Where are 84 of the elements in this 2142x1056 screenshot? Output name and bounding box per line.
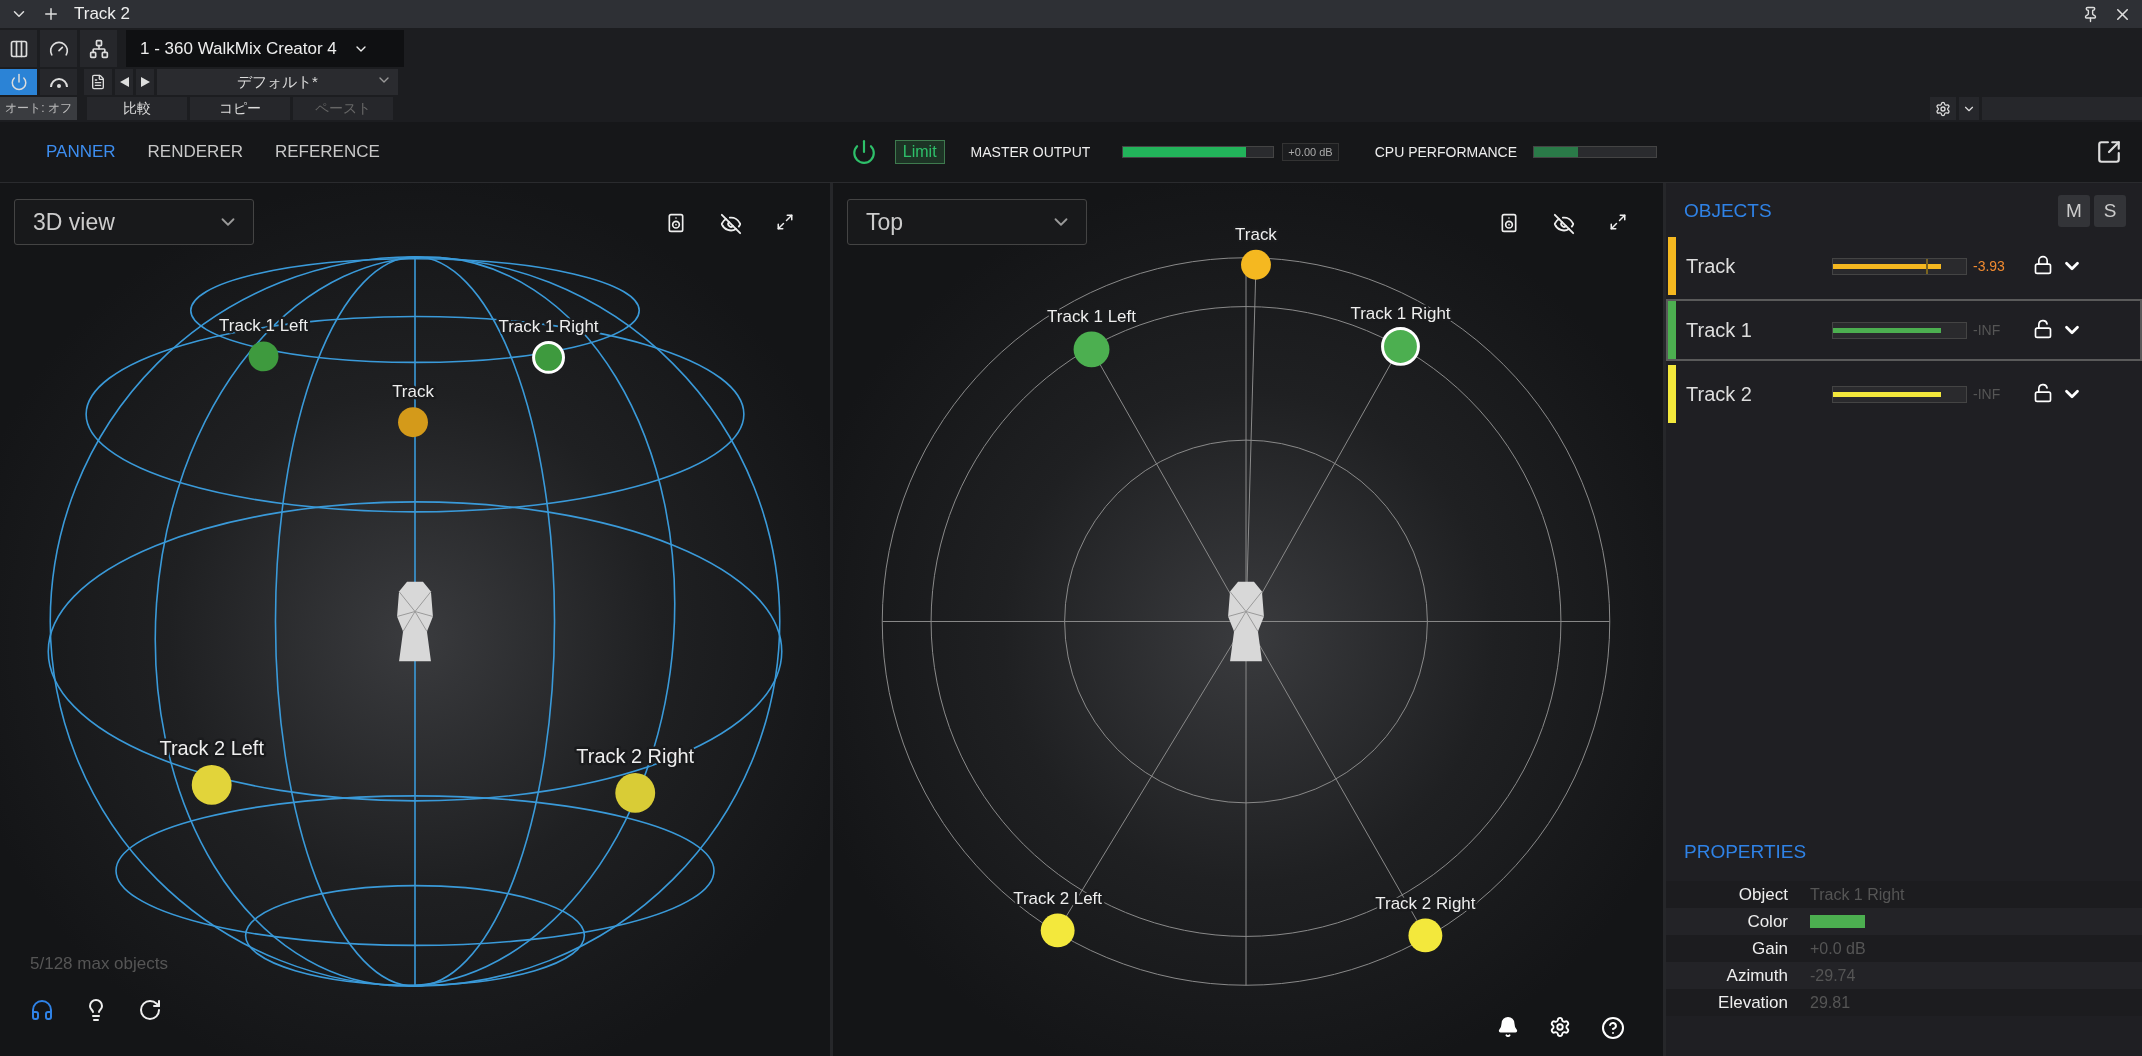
window-title: Track 2: [74, 4, 131, 24]
object-reading: -3.93: [1973, 258, 2006, 274]
arc-icon: [48, 76, 69, 88]
preset-dropdown[interactable]: デフォルト*: [157, 69, 398, 95]
power-icon[interactable]: [850, 139, 877, 165]
plugin-selector[interactable]: 1 - 360 WalkMix Creator 4: [126, 30, 404, 67]
object-marker[interactable]: [398, 407, 428, 438]
color-swatch[interactable]: [1810, 915, 1865, 928]
property-label: Azimuth: [1725, 965, 1788, 986]
help-icon[interactable]: [1601, 1016, 1625, 1040]
mute-solo-button[interactable]: M: [2058, 195, 2090, 227]
unlock-icon[interactable]: [2033, 319, 2053, 339]
property-value: +0.0 dB: [1810, 939, 1866, 958]
notification-icon[interactable]: [1497, 1016, 1519, 1038]
object-marker[interactable]: [1040, 913, 1075, 948]
right-triangle-icon: [140, 77, 150, 87]
object-marker[interactable]: [532, 340, 565, 374]
marker-label: Track 1 Left: [1047, 306, 1136, 326]
settings-icon[interactable]: [1549, 1016, 1571, 1038]
next-preset-button[interactable]: [136, 69, 154, 95]
mixer-button[interactable]: [0, 30, 37, 67]
property-label: Color: [1746, 911, 1788, 932]
panner-tab[interactable]: REFERENCE: [275, 142, 380, 162]
object-marker[interactable]: [1073, 331, 1110, 368]
marker-label: Track 1 Right: [1350, 303, 1451, 323]
property-value: 29.81: [1810, 993, 1851, 1012]
unlock-icon[interactable]: [2033, 383, 2053, 403]
preset-action-button[interactable]: コピー: [190, 97, 290, 120]
objects-title: OBJECTS: [1684, 200, 1772, 222]
dial-button[interactable]: [40, 30, 77, 67]
lock-icon[interactable]: [2033, 255, 2053, 275]
document-icon: [90, 74, 106, 90]
routing-button[interactable]: [80, 30, 117, 67]
limit-button[interactable]: Limit: [894, 140, 945, 164]
expand-icon[interactable]: [776, 213, 794, 231]
settings-menu-button[interactable]: [1959, 97, 1979, 120]
automation-button[interactable]: オート: オフ: [0, 97, 77, 120]
object-name: Track 2: [1686, 382, 1753, 406]
marker-label: Track: [1235, 224, 1277, 244]
headphones-icon[interactable]: [30, 998, 54, 1022]
property-label: Object: [1737, 884, 1788, 905]
object-marker[interactable]: [248, 341, 279, 372]
preset-action-button[interactable]: 比較: [87, 97, 187, 120]
panner-tab[interactable]: RENDERER: [147, 142, 243, 162]
object-name: Track: [1686, 254, 1737, 278]
bypass-button[interactable]: [40, 69, 77, 95]
property-label: Elevation: [1717, 992, 1788, 1013]
object-count: 5/128 max objects: [30, 954, 168, 974]
pin-icon[interactable]: [2082, 5, 2099, 23]
settings-icon: [1935, 100, 1951, 117]
cpu-label: CPU PERFORMANCE: [1374, 144, 1518, 160]
properties-title: PROPERTIES: [1683, 841, 1808, 864]
object-marker[interactable]: [1408, 918, 1443, 953]
add-icon[interactable]: [42, 5, 60, 23]
object-row[interactable]: Track -3.93: [1666, 235, 2142, 297]
object-name: Track 1: [1686, 318, 1753, 342]
reset-icon[interactable]: [138, 998, 162, 1022]
object-marker[interactable]: [191, 765, 232, 805]
mute-solo-button[interactable]: S: [2094, 195, 2126, 227]
property-label: Gain: [1751, 938, 1788, 959]
speaker-icon[interactable]: [666, 213, 686, 233]
marker-label: Track 2 Left: [1013, 888, 1103, 908]
view-dropdown[interactable]: Top: [847, 199, 1087, 245]
pop-out-icon[interactable]: [2096, 139, 2122, 165]
panner-tab[interactable]: PANNER: [46, 142, 116, 162]
expand-icon[interactable]: [1609, 213, 1627, 231]
columns-icon: [8, 38, 29, 59]
hide-icon[interactable]: [1553, 213, 1575, 235]
object-marker[interactable]: [615, 772, 656, 813]
view-dropdown[interactable]: 3D view: [14, 199, 254, 245]
previous-preset-button[interactable]: [115, 69, 133, 95]
preset-file-button[interactable]: [84, 69, 112, 95]
master-output-label: MASTER OUTPUT: [970, 144, 1091, 160]
hide-icon[interactable]: [720, 213, 742, 235]
power-icon: [9, 73, 28, 91]
object-marker[interactable]: [1241, 249, 1271, 280]
left-triangle-icon: [119, 77, 129, 87]
property-value: Track 1 Right: [1810, 885, 1905, 904]
settings-button[interactable]: [1930, 97, 1956, 120]
speaker-icon[interactable]: [1499, 213, 1519, 233]
object-marker[interactable]: [1381, 327, 1420, 366]
network-icon: [88, 38, 109, 59]
marker-label: Track 2 Right: [1375, 893, 1476, 913]
master-output-reading: +0.00 dB: [1282, 143, 1339, 161]
